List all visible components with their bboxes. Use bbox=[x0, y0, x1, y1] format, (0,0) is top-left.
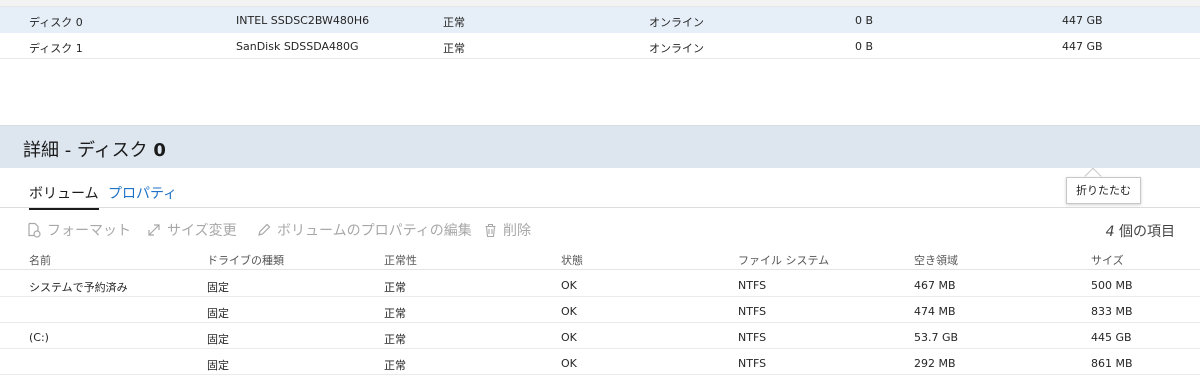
column-header-status[interactable]: 状態 bbox=[561, 252, 583, 268]
volume-size: 445 GB bbox=[1091, 331, 1132, 344]
disk-size: 447 GB bbox=[1062, 14, 1103, 27]
tab-volumes[interactable]: ボリューム bbox=[29, 183, 99, 210]
volume-file-system: NTFS bbox=[738, 305, 767, 318]
volume-health: 正常 bbox=[384, 333, 406, 346]
volume-health: 正常 bbox=[384, 307, 406, 320]
tab-properties[interactable]: プロパティ bbox=[108, 183, 177, 203]
column-header-size[interactable]: サイズ bbox=[1091, 252, 1124, 268]
volume-size: 833 MB bbox=[1091, 305, 1133, 318]
disk-model: SanDisk SDSSDA480G bbox=[236, 40, 359, 53]
disk-health: 正常 bbox=[443, 16, 465, 29]
delete-button[interactable]: 削除 bbox=[484, 220, 531, 240]
volume-free-space: 474 MB bbox=[914, 305, 956, 318]
resize-label: サイズ変更 bbox=[167, 223, 237, 239]
disk-name: ディスク 1 bbox=[29, 42, 83, 55]
disk-size: 447 GB bbox=[1062, 40, 1103, 53]
resize-icon bbox=[148, 224, 160, 236]
volume-file-system: NTFS bbox=[738, 357, 767, 370]
volume-status: OK bbox=[561, 357, 577, 370]
volume-drive-type: 固定 bbox=[207, 359, 229, 372]
volume-name: システムで予約済み bbox=[29, 281, 128, 294]
volume-status: OK bbox=[561, 305, 577, 318]
volume-size: 861 MB bbox=[1091, 357, 1133, 370]
disk-unallocated: 0 B bbox=[855, 40, 874, 53]
details-title-prefix: 詳細 - ディスク bbox=[23, 140, 154, 161]
volume-file-system: NTFS bbox=[738, 331, 767, 344]
top-scroll-strip bbox=[0, 0, 1200, 7]
volume-health: 正常 bbox=[384, 359, 406, 372]
volume-drive-type: 固定 bbox=[207, 333, 229, 346]
delete-label: 削除 bbox=[503, 223, 531, 239]
disk-row[interactable]: ディスク 1 SanDisk SDSSDA480G 正常 オンライン 0 B 4… bbox=[0, 33, 1200, 59]
table-row[interactable]: (C:) 固定 正常 OK NTFS 53.7 GB 445 GB bbox=[0, 323, 1200, 349]
volume-health: 正常 bbox=[384, 281, 406, 294]
column-header-file-system[interactable]: ファイル システム bbox=[738, 252, 829, 268]
disk-health: 正常 bbox=[443, 42, 465, 55]
volume-name: (C:) bbox=[29, 331, 49, 344]
details-title: 詳細 - ディスク 0 bbox=[23, 136, 166, 162]
details-header[interactable]: 詳細 - ディスク 0 bbox=[0, 126, 1200, 168]
column-header-free-space[interactable]: 空き領域 bbox=[914, 252, 958, 268]
table-row[interactable]: 固定 正常 OK NTFS 292 MB 861 MB bbox=[0, 349, 1200, 375]
pencil-icon bbox=[258, 223, 271, 236]
disk-name: ディスク 0 bbox=[29, 16, 83, 29]
volume-drive-type: 固定 bbox=[207, 281, 229, 294]
item-count-suffix: 個の項目 bbox=[1114, 224, 1175, 240]
column-header-name[interactable]: 名前 bbox=[29, 252, 51, 268]
disk-row[interactable]: ディスク 0 INTEL SSDSC2BW480H6 正常 オンライン 0 B … bbox=[0, 7, 1200, 33]
format-button[interactable]: フォーマット bbox=[27, 220, 131, 240]
disk-list-empty-area bbox=[0, 60, 1200, 126]
disk-status: オンライン bbox=[649, 42, 704, 55]
collapse-tooltip: 折りたたむ bbox=[1066, 177, 1141, 204]
trash-icon bbox=[485, 223, 496, 237]
disk-unallocated: 0 B bbox=[855, 14, 874, 27]
volume-toolbar: フォーマット サイズ変更 ボリュームのプロパティの編集 削除 4 個の項目 bbox=[0, 216, 1200, 244]
volume-file-system: NTFS bbox=[738, 279, 767, 292]
disk-model: INTEL SSDSC2BW480H6 bbox=[236, 14, 370, 27]
volume-table-header: 名前 ドライブの種類 正常性 状態 ファイル システム 空き領域 サイズ bbox=[0, 248, 1200, 270]
item-count-number: 4 bbox=[1105, 224, 1115, 240]
volume-status: OK bbox=[561, 279, 577, 292]
resize-button[interactable]: サイズ変更 bbox=[147, 220, 237, 240]
table-row[interactable]: システムで予約済み 固定 正常 OK NTFS 467 MB 500 MB bbox=[0, 271, 1200, 297]
edit-volume-properties-button[interactable]: ボリュームのプロパティの編集 bbox=[257, 220, 472, 240]
volume-status: OK bbox=[561, 331, 577, 344]
details-disk-number: 0 bbox=[153, 140, 166, 161]
volume-drive-type: 固定 bbox=[207, 307, 229, 320]
volume-free-space: 53.7 GB bbox=[914, 331, 959, 344]
format-icon bbox=[28, 222, 41, 238]
column-header-health[interactable]: 正常性 bbox=[384, 252, 417, 268]
volume-size: 500 MB bbox=[1091, 279, 1133, 292]
column-header-drive-type[interactable]: ドライブの種類 bbox=[207, 252, 284, 268]
edit-volume-properties-label: ボリュームのプロパティの編集 bbox=[277, 223, 472, 239]
disk-status: オンライン bbox=[649, 16, 704, 29]
volume-free-space: 292 MB bbox=[914, 357, 956, 370]
details-tabs: ボリューム プロパティ bbox=[0, 176, 1200, 210]
volume-free-space: 467 MB bbox=[914, 279, 956, 292]
item-count: 4 個の項目 bbox=[1106, 221, 1175, 241]
table-row[interactable]: 固定 正常 OK NTFS 474 MB 833 MB bbox=[0, 297, 1200, 323]
format-label: フォーマット bbox=[47, 223, 131, 239]
